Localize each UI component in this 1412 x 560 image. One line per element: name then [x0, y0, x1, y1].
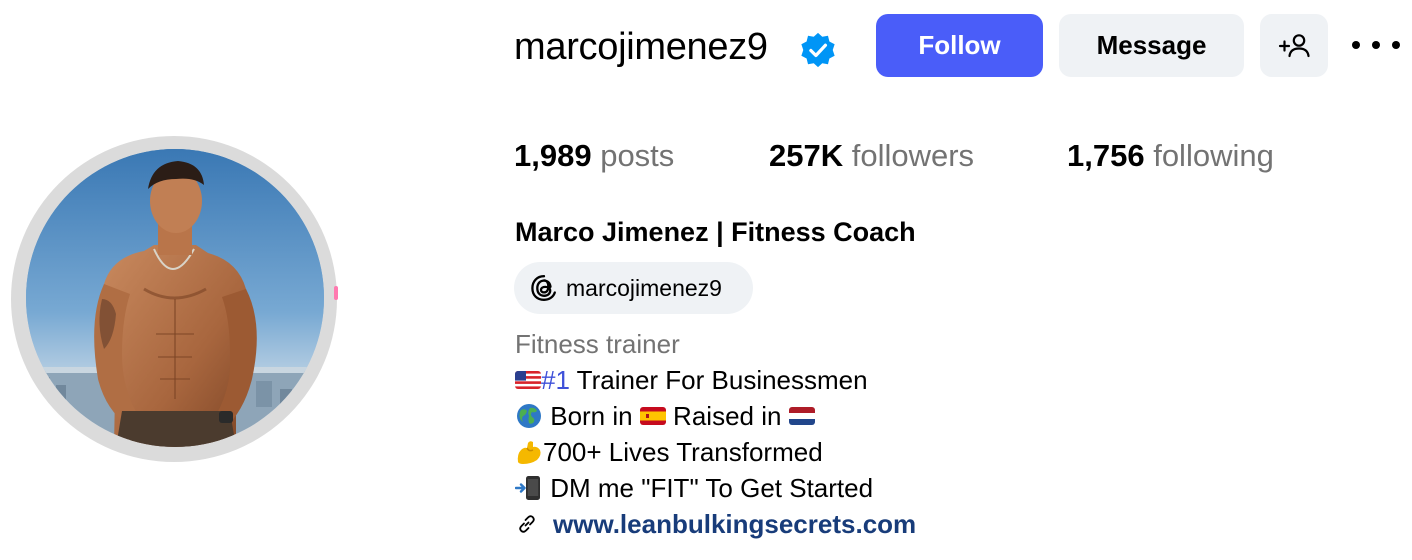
threads-icon: [531, 275, 556, 301]
netherlands-flag-icon: [788, 407, 815, 425]
username: marcojimenez9: [514, 26, 768, 68]
website-url: www.leanbulkingsecrets.com: [553, 509, 917, 539]
bio-line-1: #1 Trainer For Businessmen: [515, 363, 868, 397]
posts-count: 1,989: [514, 138, 592, 173]
posts-label: posts: [600, 138, 675, 173]
followers-count: 257K: [769, 138, 844, 173]
bio-text-born: Born in: [543, 401, 640, 431]
bio-text-raised: Raised in: [665, 401, 789, 431]
avatar[interactable]: [26, 149, 324, 447]
link-icon: [519, 515, 535, 533]
avatar-ring[interactable]: [11, 136, 338, 462]
spain-flag-icon: [639, 407, 666, 425]
dot: [1372, 41, 1380, 49]
suggested-accounts-button[interactable]: [1260, 14, 1328, 77]
website-link[interactable]: www.leanbulkingsecrets.com: [515, 507, 916, 541]
follow-button[interactable]: Follow: [876, 14, 1043, 77]
us-flag-icon: [515, 371, 541, 389]
threads-link[interactable]: marcojimenez9: [514, 262, 753, 314]
bio-text: DM me "FIT" To Get Started: [543, 473, 874, 503]
message-button[interactable]: Message: [1059, 14, 1244, 77]
more-options-icon[interactable]: [1352, 30, 1400, 60]
add-person-icon: [1278, 33, 1310, 57]
threads-handle: marcojimenez9: [566, 275, 722, 301]
bio-line-2: Born in Raised in: [515, 399, 815, 433]
dot: [1352, 41, 1360, 49]
globe-icon: [515, 402, 543, 430]
bio-text: 700+ Lives Transformed: [543, 437, 823, 467]
full-name: Marco Jimenez | Fitness Coach: [515, 217, 916, 247]
profile-header: marcojimenez9 Follow Message 1,989 posts…: [0, 0, 1412, 560]
followers-label: followers: [851, 138, 975, 173]
category-label: Fitness trainer: [515, 329, 680, 359]
following-label: following: [1153, 138, 1274, 173]
flexed-biceps-icon: [515, 438, 543, 466]
bio-line-3: 700+ Lives Transformed: [515, 435, 823, 469]
mobile-phone-arrow-icon: [515, 474, 543, 502]
hashtag-link[interactable]: #1: [541, 363, 570, 397]
posts-stat[interactable]: 1,989 posts: [514, 137, 674, 175]
verified-badge-icon: [799, 31, 837, 69]
following-count: 1,756: [1067, 138, 1145, 173]
bio-text: Trainer For Businessmen: [569, 365, 868, 395]
following-stat[interactable]: 1,756 following: [1067, 137, 1274, 175]
bio-line-4: DM me "FIT" To Get Started: [515, 471, 873, 505]
dot: [1392, 41, 1400, 49]
followers-stat[interactable]: 257K followers: [769, 137, 974, 175]
